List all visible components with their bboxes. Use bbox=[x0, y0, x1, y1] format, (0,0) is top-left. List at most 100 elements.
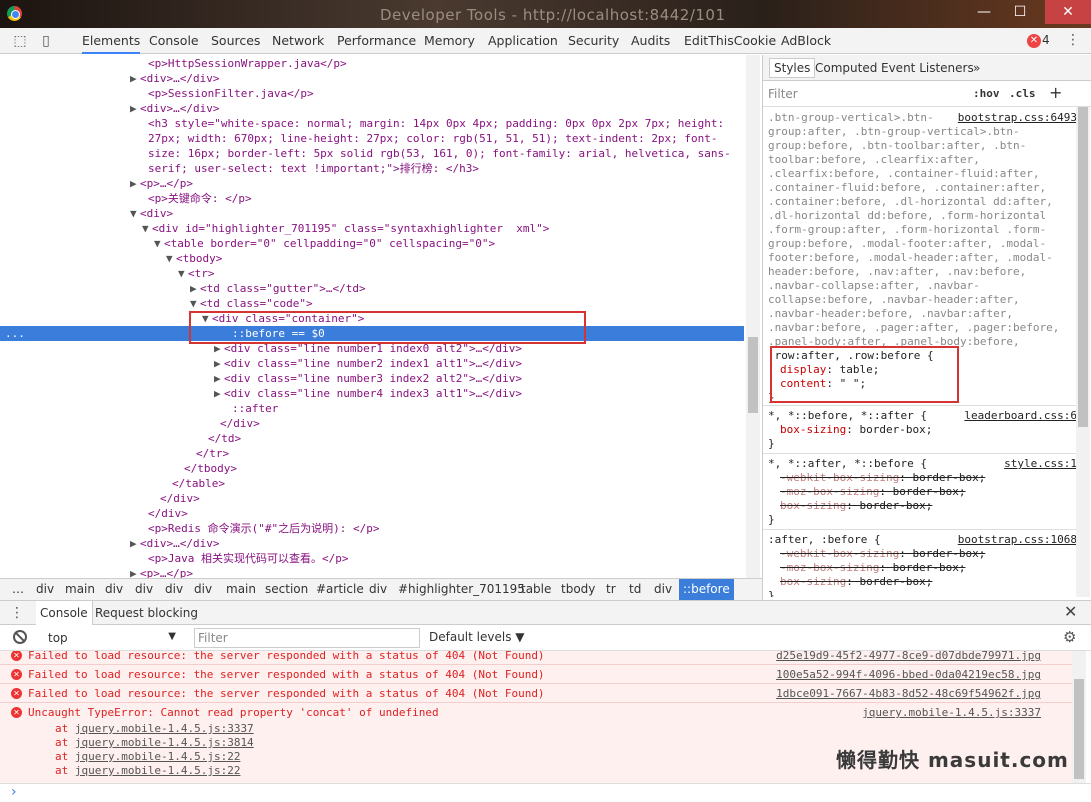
breadcrumb-item[interactable]: div bbox=[654, 582, 672, 596]
console-scrollbar[interactable] bbox=[1072, 651, 1086, 783]
close-window-button[interactable]: ✕ bbox=[1045, 0, 1091, 24]
scroll-thumb[interactable] bbox=[1078, 107, 1088, 427]
breadcrumb-item[interactable]: div bbox=[165, 582, 183, 596]
property-name[interactable]: box-sizing bbox=[780, 575, 846, 588]
expand-triangle-icon[interactable]: ▼ bbox=[154, 236, 164, 251]
close-icon[interactable]: ✕ bbox=[1064, 602, 1077, 621]
styles-scrollbar[interactable] bbox=[1076, 107, 1090, 597]
error-source-link[interactable]: d25e19d9-45f2-4977-8ce9-d07dbde79971.jpg bbox=[776, 651, 1041, 662]
rule-source-link[interactable]: bootstrap.css:6493 bbox=[958, 111, 1077, 125]
error-source-link[interactable]: jquery.mobile-1.4.5.js:3337 bbox=[862, 706, 1041, 719]
styles-tab[interactable]: Computed bbox=[815, 61, 877, 75]
expand-triangle-icon[interactable]: ▶ bbox=[130, 71, 140, 86]
styles-tab[interactable]: Event Listeners bbox=[881, 61, 974, 75]
property-name[interactable]: box-sizing bbox=[780, 423, 846, 436]
kebab-menu-icon[interactable]: ⋮ bbox=[1066, 32, 1080, 48]
tab-network[interactable]: Network bbox=[272, 28, 324, 54]
error-icon[interactable]: ✕ bbox=[1027, 34, 1041, 48]
expand-triangle-icon[interactable]: ▶ bbox=[190, 281, 200, 296]
new-rule-button[interactable]: + bbox=[1049, 83, 1062, 102]
property-value[interactable]: border-box; bbox=[859, 499, 932, 512]
breadcrumb-item[interactable]: td bbox=[629, 582, 641, 596]
scroll-thumb[interactable] bbox=[1074, 679, 1084, 779]
expand-triangle-icon[interactable]: ▼ bbox=[130, 206, 140, 221]
tab-elements[interactable]: Elements bbox=[82, 28, 141, 54]
property-value[interactable]: border-box; bbox=[893, 561, 966, 574]
cls-toggle[interactable]: .cls bbox=[1009, 87, 1036, 100]
property-value[interactable]: border-box; bbox=[893, 485, 966, 498]
console-prompt[interactable]: › bbox=[0, 783, 1091, 802]
scroll-thumb[interactable] bbox=[748, 337, 758, 413]
styles-filter-input[interactable]: Filter bbox=[768, 87, 798, 101]
tab-console[interactable]: Console bbox=[36, 601, 93, 625]
expand-triangle-icon[interactable]: ▼ bbox=[166, 251, 176, 266]
property-name[interactable]: -moz-box-sizing bbox=[780, 485, 879, 498]
property-name[interactable]: -webkit-box-sizing bbox=[780, 471, 899, 484]
styles-tab[interactable]: Styles bbox=[769, 58, 816, 78]
breadcrumb-item[interactable]: … bbox=[12, 582, 24, 596]
tab-console[interactable]: Console bbox=[149, 28, 199, 54]
context-select[interactable]: top ▼ bbox=[40, 629, 180, 647]
settings-gear-icon[interactable]: ⚙ bbox=[1063, 628, 1076, 646]
expand-triangle-icon[interactable]: ▶ bbox=[214, 371, 224, 386]
minimize-button[interactable]: — bbox=[969, 0, 999, 24]
property-value[interactable]: border-box; bbox=[859, 575, 932, 588]
breadcrumb-item[interactable]: ::before bbox=[679, 579, 734, 600]
expand-triangle-icon[interactable]: ▼ bbox=[142, 221, 152, 236]
expand-triangle-icon[interactable]: ▶ bbox=[130, 101, 140, 116]
maximize-button[interactable]: ☐ bbox=[1005, 0, 1035, 24]
inspect-icon[interactable]: ⬚ bbox=[12, 33, 28, 49]
stack-frame-link[interactable]: jquery.mobile-1.4.5.js:22 bbox=[75, 764, 241, 777]
breadcrumb-item[interactable]: div bbox=[105, 582, 123, 596]
breadcrumb-item[interactable]: #highlighter_701195 bbox=[398, 582, 525, 596]
breadcrumb-item[interactable]: section bbox=[265, 582, 308, 596]
tab-memory[interactable]: Memory bbox=[424, 28, 475, 54]
property-name[interactable]: -moz-box-sizing bbox=[780, 561, 879, 574]
tab-security[interactable]: Security bbox=[568, 28, 619, 54]
rule-source-link[interactable]: bootstrap.css:1068 bbox=[958, 533, 1077, 547]
property-name[interactable]: box-sizing bbox=[780, 499, 846, 512]
expand-triangle-icon[interactable]: ▼ bbox=[178, 266, 188, 281]
rule-source-link[interactable]: leaderboard.css:6 bbox=[964, 409, 1077, 423]
breadcrumb-item[interactable]: tr bbox=[606, 582, 616, 596]
stack-frame-link[interactable]: jquery.mobile-1.4.5.js:3814 bbox=[75, 736, 254, 749]
property-value[interactable]: border-box; bbox=[912, 471, 985, 484]
hov-toggle[interactable]: :hov bbox=[973, 87, 1000, 100]
stack-frame-link[interactable]: jquery.mobile-1.4.5.js:22 bbox=[75, 750, 241, 763]
clear-console-icon[interactable] bbox=[13, 630, 27, 644]
breadcrumb-item[interactable]: div bbox=[36, 582, 54, 596]
property-name[interactable]: -webkit-box-sizing bbox=[780, 547, 899, 560]
breadcrumb-item[interactable]: #article bbox=[316, 582, 364, 596]
breadcrumb-item[interactable]: table bbox=[521, 582, 551, 596]
expand-triangle-icon[interactable]: ▶ bbox=[130, 176, 140, 191]
tab-audits[interactable]: Audits bbox=[631, 28, 670, 54]
error-source-link[interactable]: 1dbce091-7667-4b83-8d52-48c69f54962f.jpg bbox=[776, 687, 1041, 700]
tab-sources[interactable]: Sources bbox=[211, 28, 260, 54]
log-levels-select[interactable]: Default levels ▼ bbox=[429, 630, 525, 644]
device-toolbar-icon[interactable]: ▯ bbox=[38, 33, 54, 49]
breadcrumb-item[interactable]: div bbox=[369, 582, 387, 596]
styles-tab[interactable]: » bbox=[973, 61, 980, 75]
error-source-link[interactable]: 100e5a52-994f-4096-bbed-0da04219ec58.jpg bbox=[776, 668, 1041, 681]
breadcrumb-item[interactable]: main bbox=[226, 582, 256, 596]
expand-triangle-icon[interactable]: ▶ bbox=[214, 356, 224, 371]
tab-application[interactable]: Application bbox=[488, 28, 558, 54]
expand-triangle-icon[interactable]: ▶ bbox=[130, 566, 140, 578]
elements-scrollbar[interactable] bbox=[746, 55, 760, 578]
breadcrumb-item[interactable]: div bbox=[135, 582, 153, 596]
tab-adblock[interactable]: AdBlock bbox=[781, 28, 831, 54]
expand-triangle-icon[interactable]: ▶ bbox=[130, 536, 140, 551]
stack-frame-link[interactable]: jquery.mobile-1.4.5.js:3337 bbox=[75, 722, 254, 735]
tab-request-blocking[interactable]: Request blocking bbox=[95, 606, 198, 620]
tab-editthiscookie[interactable]: EditThisCookie bbox=[684, 28, 776, 54]
property-value[interactable]: border-box; bbox=[859, 423, 932, 436]
breadcrumb-item[interactable]: tbody bbox=[561, 582, 595, 596]
property-value[interactable]: border-box; bbox=[912, 547, 985, 560]
expand-triangle-icon[interactable]: ▼ bbox=[190, 296, 200, 311]
expand-triangle-icon[interactable]: ▶ bbox=[214, 386, 224, 401]
console-filter-input[interactable]: Filter bbox=[194, 628, 420, 648]
tab-performance[interactable]: Performance bbox=[337, 28, 416, 54]
breadcrumb-item[interactable]: div bbox=[194, 582, 212, 596]
error-count[interactable]: 4 bbox=[1042, 33, 1050, 47]
breadcrumb-item[interactable]: main bbox=[65, 582, 95, 596]
